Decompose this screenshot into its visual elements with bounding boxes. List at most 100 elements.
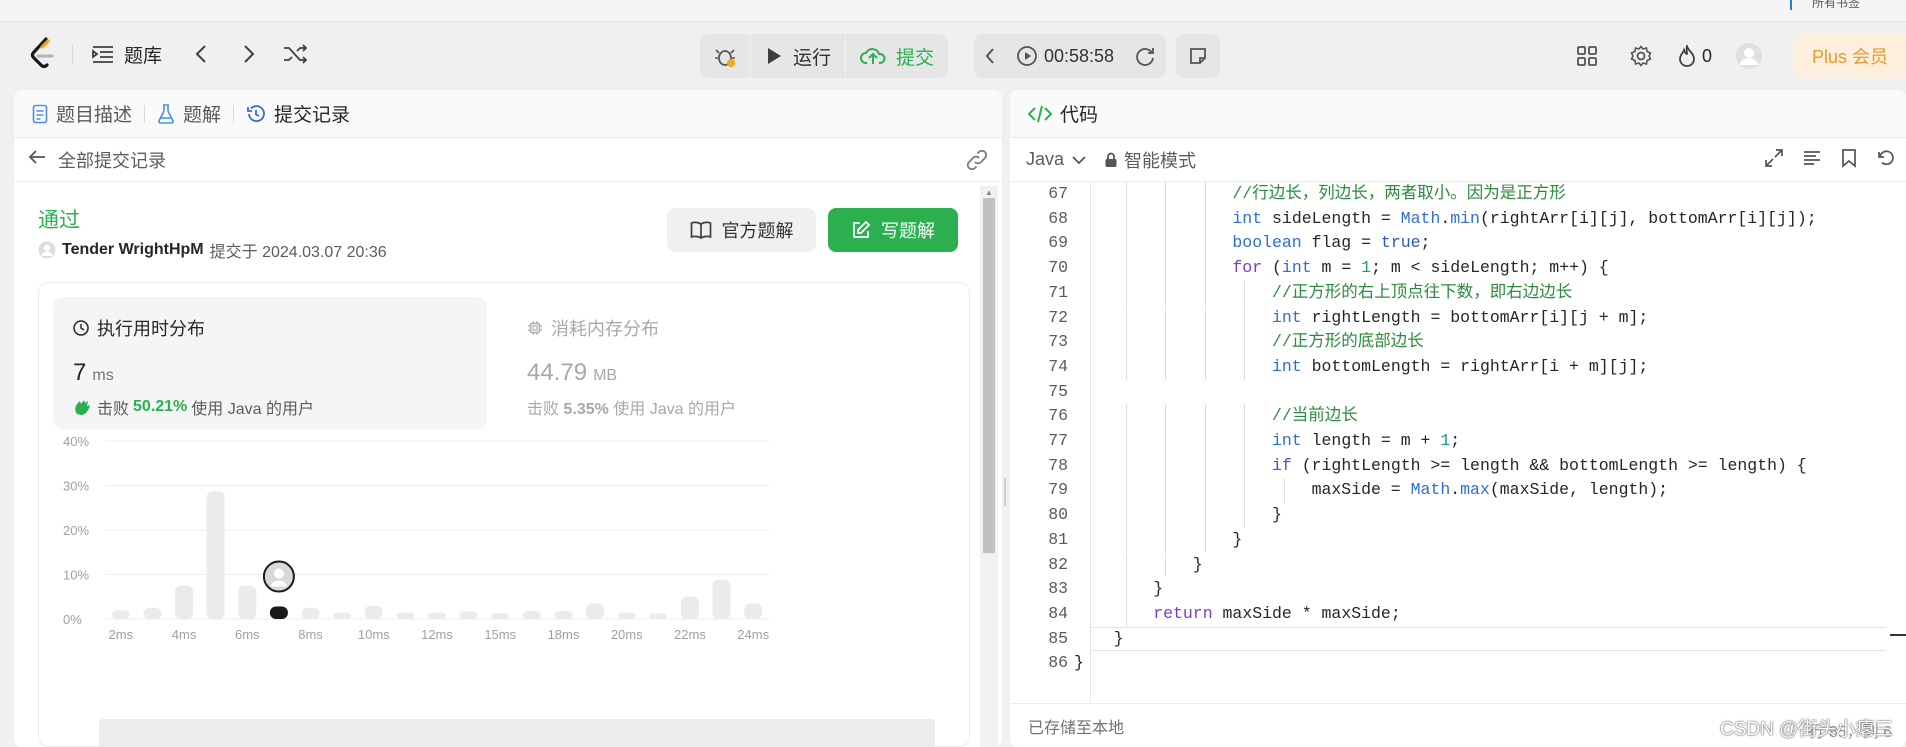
memory-title[interactable]: 消耗内存分布 — [527, 315, 659, 341]
code-line[interactable]: 75 — [1010, 380, 1906, 405]
reset-timer-button[interactable] — [1124, 34, 1166, 78]
chart-bar[interactable] — [111, 610, 130, 619]
code-line[interactable]: 67 //行边长，列边长，两者取小。因为是正方形 — [1010, 182, 1906, 207]
code-line[interactable]: 80} — [1010, 503, 1906, 528]
code-line[interactable]: 81} — [1010, 527, 1906, 553]
chart-bar[interactable] — [206, 491, 225, 619]
settings-button[interactable] — [1614, 34, 1668, 78]
scroll-up-arrow[interactable]: ▲ — [985, 188, 993, 197]
fullscreen-icon[interactable] — [1764, 148, 1784, 173]
submit-button[interactable]: 提交 — [846, 34, 948, 78]
prev-problem-button[interactable] — [188, 40, 214, 68]
book-icon — [690, 221, 711, 239]
code-line[interactable]: 68 int sideLength = Math.min(rightArr[i][… — [1010, 206, 1906, 232]
chart-bar[interactable] — [491, 613, 510, 619]
chart-bar[interactable] — [680, 596, 699, 619]
chart-bar[interactable] — [333, 612, 352, 619]
collapse-timer-button[interactable] — [974, 34, 1006, 78]
username[interactable]: Tender WrightHpM — [62, 241, 204, 259]
chart-bar[interactable] — [143, 607, 162, 619]
tab-submissions[interactable]: 提交记录 — [246, 100, 362, 127]
code-line[interactable]: 72 int rightLength = bottomArr[i][j + m]; — [1010, 305, 1906, 331]
avatar[interactable] — [1722, 34, 1776, 78]
note-button[interactable] — [1176, 34, 1220, 78]
y-tick-label: 40% — [63, 434, 89, 449]
back-arrow-icon[interactable] — [28, 149, 46, 170]
panel-resize-handle[interactable] — [1004, 478, 1006, 506]
plus-membership-button[interactable]: Plus 会员 — [1794, 34, 1906, 78]
code-toolbar: Java 智能模式 — [1010, 138, 1906, 182]
chart-bar[interactable] — [396, 612, 415, 619]
chart-bar[interactable] — [522, 610, 541, 619]
layout-button[interactable] — [1560, 34, 1614, 78]
code-token: bottomLength = rightArr[i + m][j]; — [1301, 356, 1649, 376]
bookmarks-label[interactable]: 所有书签 — [1812, 0, 1906, 8]
bookmark-icon[interactable] — [1840, 148, 1858, 173]
code-editor[interactable]: 67 //行边长，列边长，两者取小。因为是正方形 68 int sideLength … — [1010, 182, 1906, 702]
code-line[interactable]: 82} — [1010, 552, 1906, 578]
format-icon[interactable] — [1802, 148, 1822, 173]
code-line[interactable]: 69 boolean flag = true; — [1010, 231, 1906, 257]
code-line[interactable]: 78 if (rightLength >= length && bottomLen… — [1010, 453, 1906, 479]
line-number: 84 — [1048, 603, 1068, 623]
run-button[interactable]: 运行 — [751, 34, 845, 78]
runtime-card[interactable]: 执行用时分布 7 ms 击败 50.21% 使用 Java 的用户 — [53, 297, 487, 429]
debug-button[interactable] — [700, 34, 750, 78]
code-line[interactable]: 84 return maxSide * maxSide; — [1010, 601, 1906, 627]
chart-bar[interactable] — [301, 607, 320, 619]
code-line[interactable]: 73 //正方形的底部边长 — [1010, 330, 1906, 355]
code-line[interactable]: 79 maxSide = Math.max(maxSide, length); — [1010, 478, 1906, 504]
code-panel: 代码 Java 智能模式 67 //行边长，列边长，两者取小。因为是正方形 68 in… — [1010, 90, 1906, 747]
code-line[interactable]: 76 //当前边长 — [1010, 404, 1906, 429]
leetcode-logo[interactable] — [28, 36, 58, 72]
link-icon[interactable] — [966, 149, 988, 175]
timer-value: 00:58:58 — [1044, 45, 1115, 66]
scrollbar-thumb[interactable] — [983, 198, 995, 553]
chart-bar[interactable] — [428, 612, 446, 619]
code-line[interactable]: 74 int bottomLength = rightArr[i + m][j]; — [1010, 354, 1906, 380]
chart-bar[interactable] — [586, 603, 605, 619]
smart-mode-toggle[interactable]: 智能模式 — [1104, 147, 1196, 173]
chart-range-scrubber[interactable] — [99, 719, 935, 747]
code-tab[interactable]: 代码 — [1010, 90, 1906, 138]
code-token: 1 — [1361, 258, 1372, 278]
indent-guide — [1165, 182, 1167, 207]
language-select[interactable]: Java — [1026, 149, 1086, 170]
list-icon — [92, 46, 113, 63]
chart-bar[interactable] — [175, 585, 194, 619]
chart-bar[interactable] — [554, 610, 573, 619]
write-solution-button[interactable]: 写题解 — [828, 208, 958, 252]
line-number: 86 — [1048, 653, 1068, 673]
code-line[interactable]: 83} — [1010, 577, 1906, 602]
chart-bar[interactable] — [649, 613, 668, 619]
chart-bar[interactable] — [712, 579, 731, 619]
chart-bar[interactable] — [744, 603, 763, 619]
chart-bar[interactable] — [617, 612, 636, 619]
editor-scrollbar[interactable] — [1888, 182, 1906, 702]
chart-bar[interactable] — [238, 585, 257, 619]
code-line[interactable]: 70 for (int m = 1; m < sideLength; m++) { — [1010, 256, 1906, 281]
reset-code-icon[interactable] — [1876, 148, 1896, 173]
random-problem-button[interactable] — [280, 40, 312, 68]
chart-bar[interactable] — [364, 605, 383, 619]
timer-display[interactable]: 00:58:58 — [1006, 34, 1124, 78]
indent-guide — [1165, 503, 1167, 528]
chart-bar[interactable] — [459, 611, 478, 619]
tab-description[interactable]: 题目描述 — [32, 100, 144, 127]
indent-guide — [1125, 330, 1127, 355]
code-line[interactable]: 85} — [1010, 626, 1906, 652]
chart-bar-current[interactable] — [269, 606, 288, 619]
streak-counter[interactable]: 0 — [1668, 34, 1722, 78]
line-number: 73 — [1048, 332, 1068, 352]
next-problem-button[interactable] — [236, 40, 262, 68]
all-submissions-link[interactable]: 全部提交记录 — [58, 147, 166, 173]
code-line[interactable]: 71 //正方形的右上顶点往下数，即右边边长 — [1010, 280, 1906, 306]
problem-list-button[interactable]: 题库 — [92, 40, 162, 68]
tab-solutions[interactable]: 题解 — [157, 100, 233, 127]
official-solution-button[interactable]: 官方题解 — [667, 208, 816, 252]
code-token: int — [1272, 307, 1302, 327]
runtime-distribution-chart[interactable]: 40% 30% 20% 10% 0% 2ms 4ms 6ms 8ms 10ms 12ms 15ms 18… — [39, 433, 969, 723]
code-line[interactable]: 77 int length = m + 1; — [1010, 429, 1906, 454]
code-line[interactable]: 86} — [1010, 651, 1906, 676]
left-scrollbar[interactable]: ▲ — [980, 186, 998, 747]
